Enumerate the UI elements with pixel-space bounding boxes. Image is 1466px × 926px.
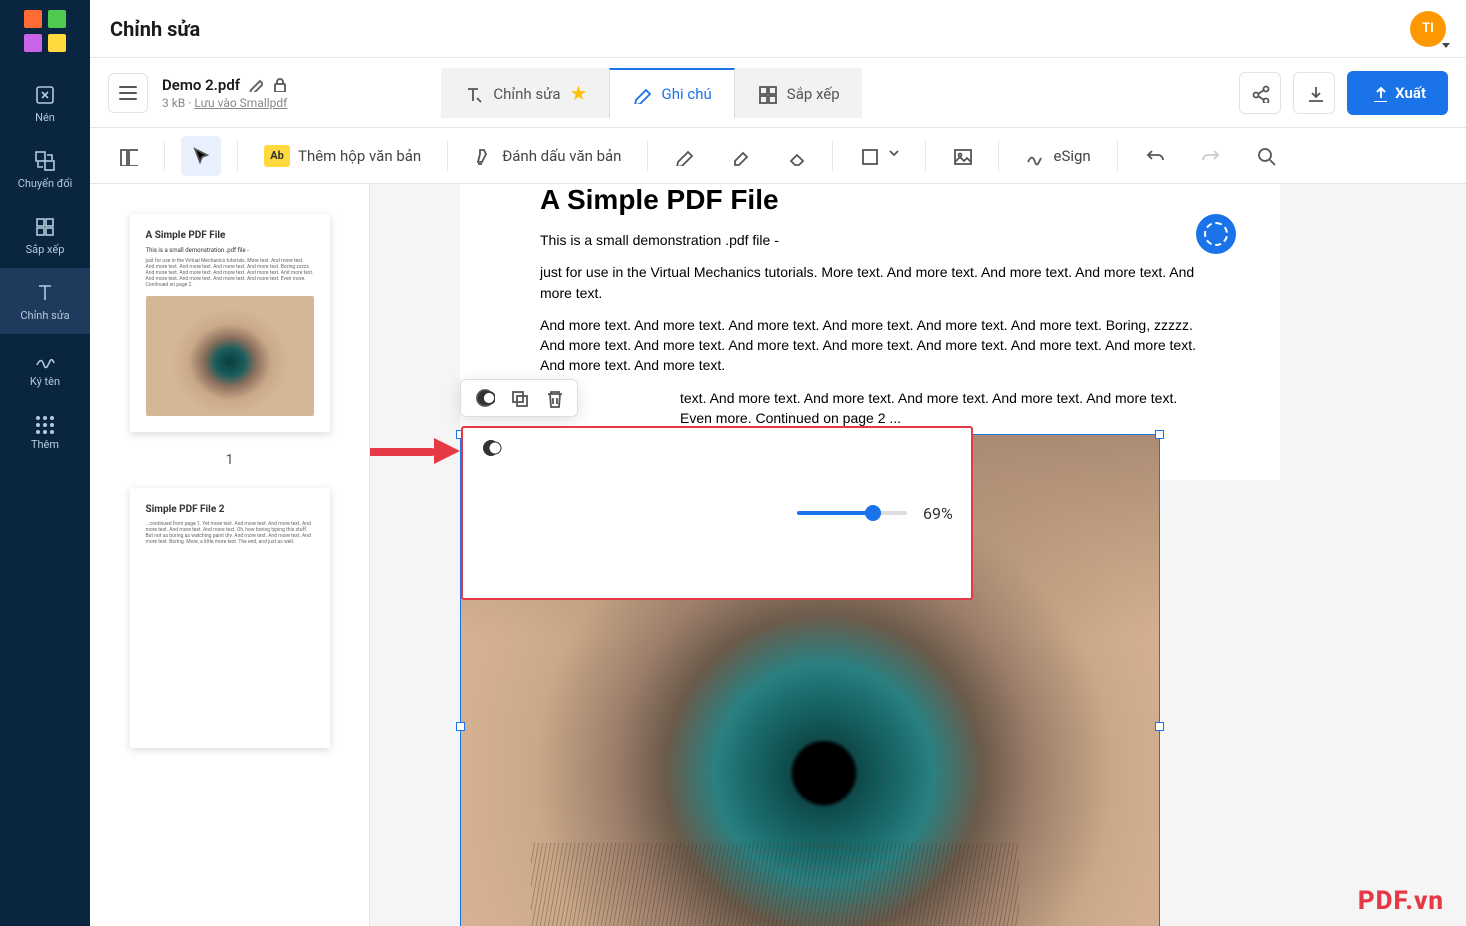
redo-icon: [1200, 146, 1220, 166]
undo-button[interactable]: [1134, 136, 1174, 176]
upload-icon: [1369, 84, 1387, 102]
grid-icon: [33, 215, 57, 239]
redo-button[interactable]: [1190, 136, 1230, 176]
header: Chỉnh sửa TI: [90, 0, 1466, 58]
canvas[interactable]: A Simple PDF File This is a small demons…: [370, 184, 1466, 926]
download-button[interactable]: [1293, 72, 1335, 114]
square-icon: [859, 146, 879, 166]
highlight-tool[interactable]: Đánh dấu văn bản: [464, 136, 631, 176]
annotation-arrow: [370, 440, 460, 460]
opacity-slider[interactable]: [797, 511, 907, 515]
marker-tool[interactable]: [720, 136, 760, 176]
resize-handle[interactable]: [1155, 430, 1164, 439]
resize-handle[interactable]: [1155, 722, 1164, 731]
opacity-icon[interactable]: [475, 388, 495, 408]
doc-heading: A Simple PDF File: [540, 184, 1200, 216]
text-icon: [33, 281, 57, 305]
image-toolbar: [460, 379, 578, 417]
sub-header: Demo 2.pdf 3 kB · Lưu vào Smallpdf Chỉnh…: [90, 58, 1466, 128]
resize-handle[interactable]: [456, 722, 465, 731]
eraser-tool[interactable]: [776, 136, 816, 176]
grid-icon: [757, 84, 777, 104]
search-button[interactable]: [1246, 136, 1286, 176]
page-title: Chỉnh sửa: [110, 17, 200, 41]
star-icon: [571, 86, 587, 102]
convert-icon: [33, 149, 57, 173]
nav-compress[interactable]: Nén: [0, 70, 90, 136]
pen-tool[interactable]: [664, 136, 704, 176]
save-link[interactable]: Lưu vào Smallpdf: [194, 96, 287, 110]
page-number: 1: [226, 452, 234, 468]
undo-icon: [1144, 146, 1164, 166]
tab-organize[interactable]: Sắp xếp: [735, 68, 862, 118]
tab-edit[interactable]: Chỉnh sửa: [441, 68, 608, 118]
nav-more[interactable]: Thêm: [0, 400, 90, 466]
nav-sign[interactable]: Ký tên: [0, 334, 90, 400]
chevron-down-icon: [887, 146, 899, 166]
highlight-icon: [474, 146, 494, 166]
lock-icon[interactable]: [271, 77, 286, 92]
share-button[interactable]: [1239, 72, 1281, 114]
download-icon: [1304, 83, 1324, 103]
opacity-icon: [481, 438, 781, 588]
compress-icon: [33, 83, 57, 107]
thumbnail-image: [146, 296, 314, 416]
share-icon: [1250, 83, 1270, 103]
menu-button[interactable]: [108, 73, 148, 113]
file-name: Demo 2.pdf: [162, 76, 240, 94]
pencil-icon: [632, 84, 652, 104]
dots-icon: [33, 416, 57, 434]
nav-edit[interactable]: Chỉnh sửa: [0, 268, 90, 334]
shape-tool[interactable]: [849, 136, 909, 176]
text-edit-icon: [463, 84, 483, 104]
cursor-icon: [191, 146, 211, 166]
opacity-value: 69%: [923, 504, 953, 523]
esign-tool[interactable]: eSign: [1015, 136, 1100, 176]
search-icon: [1256, 146, 1276, 166]
panels-icon: [118, 146, 138, 166]
image-tool[interactable]: [942, 136, 982, 176]
marker-icon: [730, 146, 750, 166]
file-info: Demo 2.pdf 3 kB · Lưu vào Smallpdf: [162, 76, 287, 110]
select-tool[interactable]: [181, 136, 221, 176]
loading-spinner: [1196, 214, 1236, 254]
eraser-icon: [786, 146, 806, 166]
thumbnail-panel: A Simple PDF File This is a small demons…: [90, 184, 370, 926]
tab-annotate[interactable]: Ghi chú: [609, 68, 735, 118]
toolbar: AbThêm hộp văn bản Đánh dấu văn bản eSig…: [90, 128, 1466, 184]
nav-organize[interactable]: Sắp xếp: [0, 202, 90, 268]
opacity-slider-popover: 69%: [461, 426, 973, 600]
left-sidebar: Nén Chuyển đổi Sắp xếp Chỉnh sửa Ký tên …: [0, 0, 90, 926]
ab-icon: Ab: [264, 145, 290, 167]
nav-convert[interactable]: Chuyển đổi: [0, 136, 90, 202]
pen-icon: [674, 146, 694, 166]
trash-icon[interactable]: [543, 388, 563, 408]
textbox-tool[interactable]: AbThêm hộp văn bản: [254, 136, 431, 176]
app-logo[interactable]: [24, 10, 66, 52]
image-icon: [952, 146, 972, 166]
pencil-icon[interactable]: [248, 77, 263, 92]
watermark: PDF.vn: [1358, 886, 1444, 916]
signature-icon: [1025, 146, 1045, 166]
thumbnail-page-2[interactable]: Simple PDF File 2 ...continued from page…: [130, 488, 330, 748]
thumbnail-page-1[interactable]: A Simple PDF File This is a small demons…: [130, 214, 330, 432]
export-button[interactable]: Xuất: [1347, 71, 1448, 115]
signature-icon: [33, 347, 57, 371]
panel-toggle[interactable]: [108, 136, 148, 176]
copy-icon[interactable]: [509, 388, 529, 408]
user-avatar[interactable]: TI: [1410, 11, 1446, 47]
